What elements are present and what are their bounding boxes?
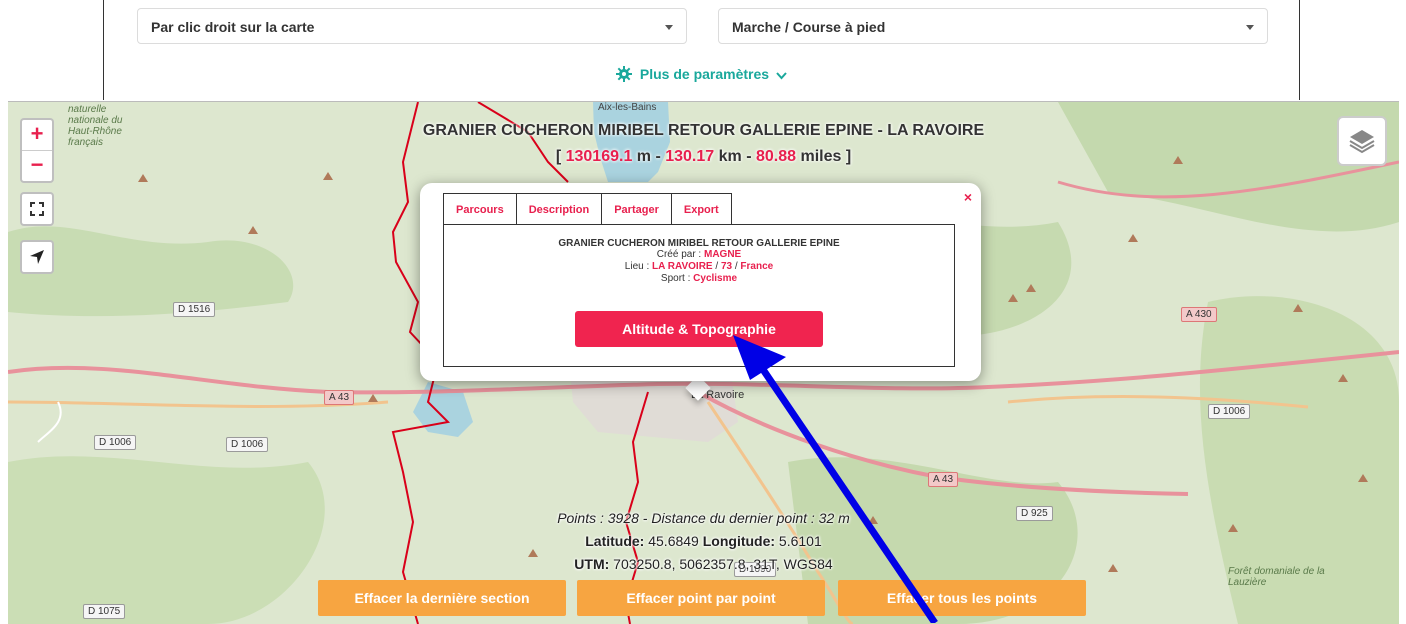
annotation-arrow bbox=[733, 335, 938, 623]
